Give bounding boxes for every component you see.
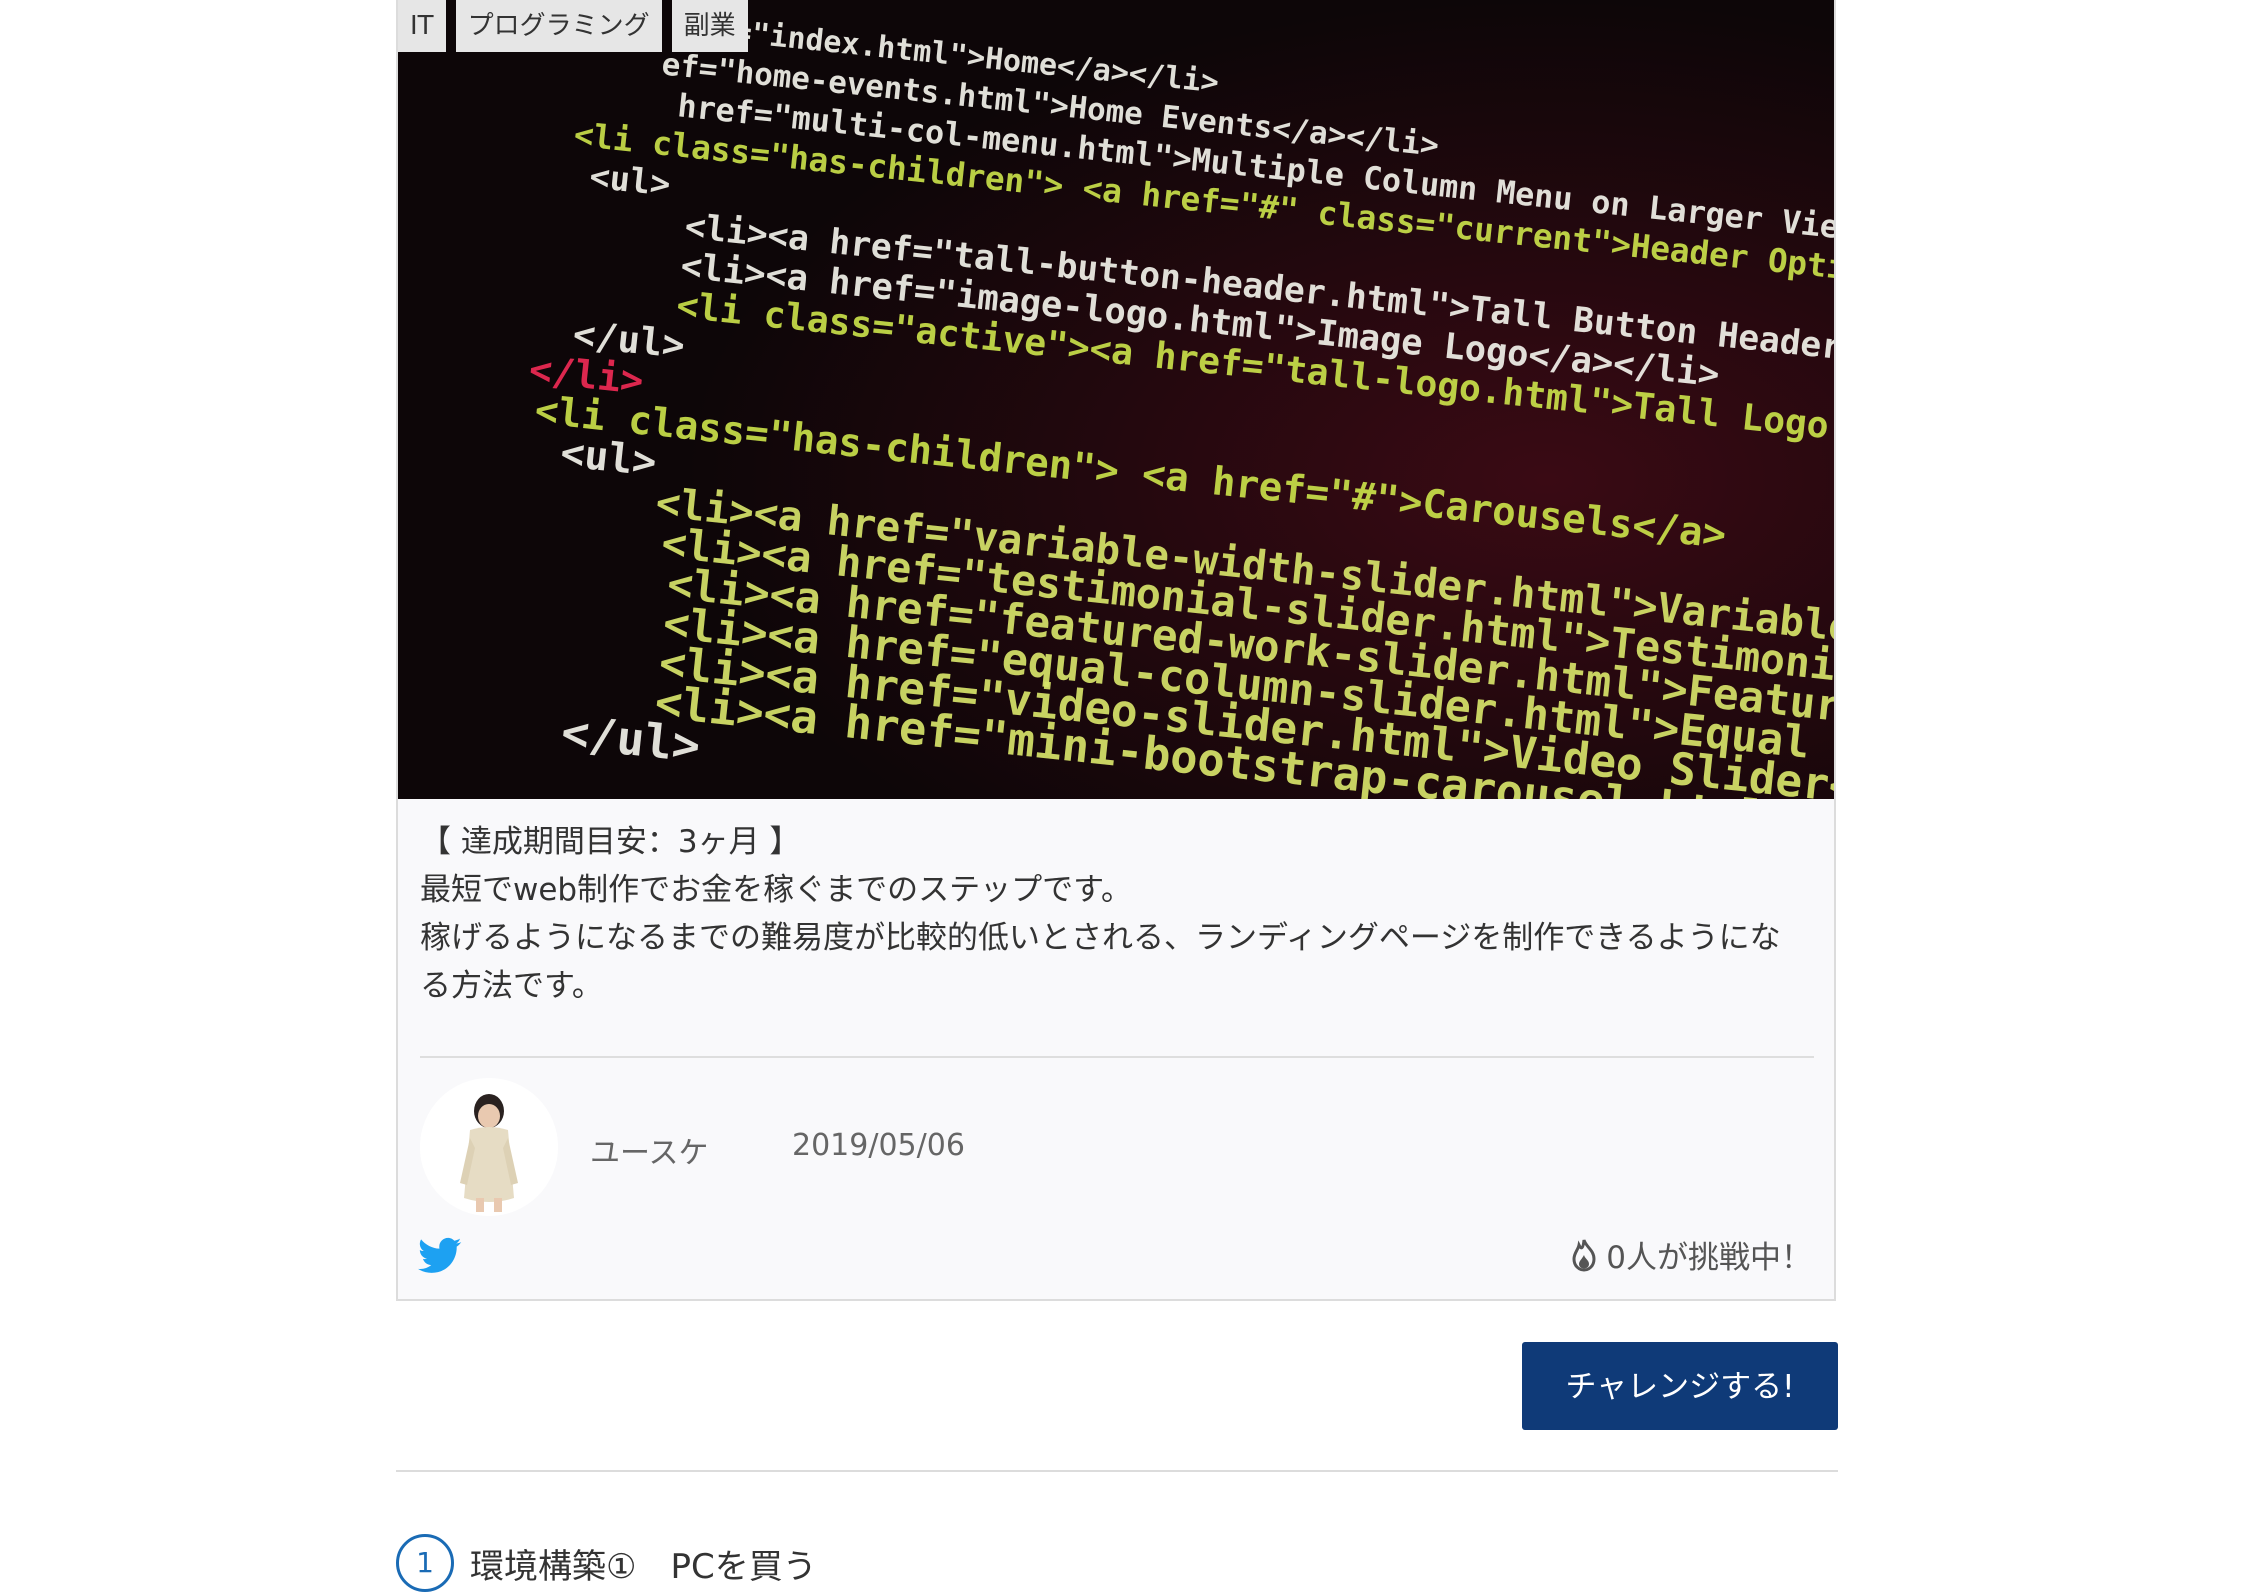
step-title[interactable]: 環境構築① PCを買う xyxy=(470,1539,817,1588)
challenger-count-label: 0人が挑戦中！ xyxy=(1606,1240,1812,1276)
author-photo xyxy=(420,1078,558,1216)
tag-side-job[interactable]: 副業 xyxy=(671,0,748,52)
step-item[interactable]: 1 環境構築① PCを買う xyxy=(396,1534,817,1592)
summary-line: 最短でweb制作でお金を稼ぐまでのステップです。 xyxy=(420,872,1133,908)
post-date: 2019/05/06 xyxy=(792,1128,965,1163)
twitter-share-icon[interactable] xyxy=(418,1236,462,1276)
tag-it[interactable]: IT xyxy=(398,0,446,52)
flame-icon xyxy=(1568,1238,1600,1272)
roadmap-card: f="index.html">Home</a></li> ef="home-eve… xyxy=(396,0,1836,1301)
roadmap-description: 【 達成期間目安：3ヶ月 】 最短でweb制作でお金を稼ぐまでのステップです。 … xyxy=(420,818,1810,1010)
tag-programming[interactable]: プログラミング xyxy=(455,0,662,52)
avatar[interactable] xyxy=(420,1078,558,1216)
hero-image: f="index.html">Home</a></li> ef="home-eve… xyxy=(398,0,1834,799)
card-divider xyxy=(420,1056,1814,1058)
duration-line: 【 達成期間目安：3ヶ月 】 xyxy=(420,824,801,860)
tag-list: IT プログラミング 副業 xyxy=(398,0,748,52)
section-divider xyxy=(396,1470,1838,1472)
challenger-count: 0人が挑戦中！ xyxy=(1568,1232,1812,1277)
detail-line: 稼げるようになるまでの難易度が比較的低いとされる、ランディングページを制作できる… xyxy=(420,920,1781,1004)
author-name[interactable]: ユースケ xyxy=(590,1128,709,1172)
challenge-button[interactable]: チャレンジする! xyxy=(1522,1342,1838,1430)
code-screenshot-image: f="index.html">Home</a></li>ef="home-eve… xyxy=(398,0,1834,799)
step-number-badge: 1 xyxy=(396,1534,454,1592)
